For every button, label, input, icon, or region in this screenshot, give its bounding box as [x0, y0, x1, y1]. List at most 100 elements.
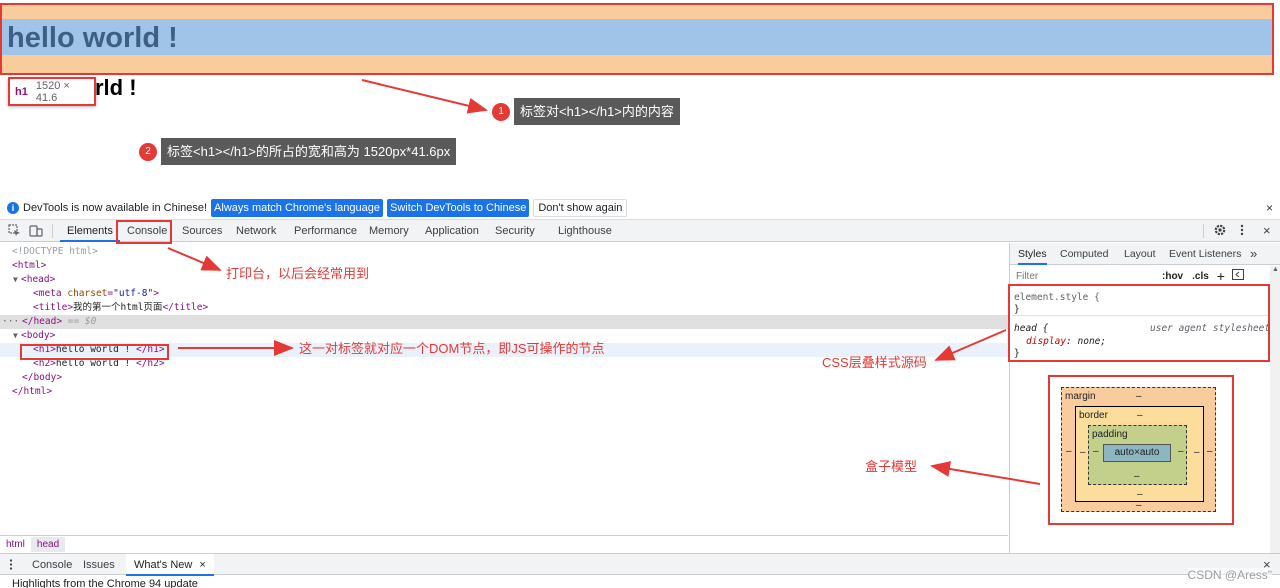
tab-computed[interactable]: Computed — [1060, 243, 1108, 265]
rule-source-link[interactable]: user agent stylesheet — [1150, 323, 1270, 335]
margin-label: margin — [1065, 391, 1096, 402]
rule-value: none; — [1077, 336, 1107, 347]
css-rules-highlight: element.style { } head { user agent styl… — [1008, 284, 1270, 362]
expand-arrow-icon[interactable]: ▼ — [13, 273, 18, 287]
margin-top-value[interactable]: – — [1136, 391, 1142, 402]
tab-elements[interactable]: Elements — [60, 220, 120, 242]
dom-line-body-close[interactable]: </body> — [0, 371, 1008, 385]
tab-sources[interactable]: Sources — [182, 220, 222, 242]
infobar-message: DevTools is now available in Chinese! — [23, 201, 208, 214]
box-model-margin[interactable]: margin – – – – border – – – – padding – … — [1061, 387, 1216, 512]
watermark: CSDN @Aress" — [1187, 568, 1272, 582]
scroll-up-icon[interactable]: ▲ — [1272, 266, 1279, 273]
callout-note-2: 标签<h1></h1>的所占的宽和高为 1520px*41.6px — [161, 138, 457, 165]
h1-node-highlight — [20, 344, 169, 360]
rule-head-selector[interactable]: head { — [1014, 323, 1048, 335]
rule-property: display — [1026, 336, 1067, 347]
dom-node-annotation: 这一对标签就对应一个DOM节点，即JS可操作的节点 — [299, 341, 605, 356]
box-model-padding[interactable]: padding – – – – auto×auto — [1088, 425, 1187, 485]
cls-toggle[interactable]: .cls — [1192, 271, 1209, 282]
page-h1-heading: hello world ! — [7, 22, 178, 54]
title-text: 我的第一个html页面 — [73, 302, 163, 313]
console-annotation: 打印台，以后会经常用到 — [226, 266, 370, 281]
toolbar-divider-right — [1203, 224, 1204, 238]
styles-filter-input[interactable] — [1010, 267, 1160, 285]
drawer-tab-console[interactable]: Console — [32, 554, 72, 576]
margin-left-value[interactable]: – — [1066, 446, 1072, 457]
always-match-language-button[interactable]: Always match Chrome's language — [211, 198, 384, 217]
meta-attr-value: "utf-8" — [113, 288, 154, 299]
tab-styles[interactable]: Styles — [1018, 243, 1047, 265]
border-left-value[interactable]: – — [1080, 447, 1086, 458]
box-model-annotation: 盒子模型 — [865, 459, 918, 474]
switch-to-chinese-button[interactable]: Switch DevTools to Chinese — [387, 198, 530, 217]
device-toolbar-icon[interactable] — [29, 224, 43, 240]
dom-line-html-close[interactable]: </html> — [0, 385, 1008, 399]
dom-line-head-close-selected[interactable]: ··· </head> == $0 — [0, 315, 1008, 329]
tab-lighthouse[interactable]: Lighthouse — [558, 220, 612, 242]
tab-layout[interactable]: Layout — [1124, 243, 1156, 265]
drawer-tab-whats-new-label: What's New — [134, 559, 193, 571]
tab-memory[interactable]: Memory — [369, 220, 409, 242]
tooltip-tag: h1 — [15, 85, 28, 98]
dom-line-head[interactable]: ▼ <head> — [0, 273, 1008, 287]
head-close-tag: </head> — [22, 316, 63, 327]
box-model-content[interactable]: auto×auto — [1103, 444, 1171, 462]
drawer-menu-icon[interactable] — [8, 558, 14, 574]
drawer-message: Highlights from the Chrome 94 update — [12, 578, 198, 588]
whats-new-close-icon[interactable]: × — [199, 559, 205, 571]
tab-performance[interactable]: Performance — [294, 220, 357, 242]
head-open-tag: <head> — [21, 274, 56, 285]
arrow-to-callout-1 — [361, 79, 488, 114]
padding-label: padding — [1092, 429, 1128, 440]
dom-line-meta[interactable]: <meta charset="utf-8"> — [0, 287, 1008, 301]
dom-line-title[interactable]: <title>我的第一个html页面</title> — [0, 301, 1008, 315]
styles-scrollbar[interactable]: ▲ — [1270, 266, 1280, 553]
inspect-element-icon[interactable] — [8, 224, 21, 240]
css-source-annotation: CSS层叠样式源码 — [822, 355, 927, 370]
dont-show-again-button[interactable]: Don't show again — [533, 198, 628, 217]
border-label: border — [1079, 410, 1108, 421]
callout-2: 2 标签<h1></h1>的所占的宽和高为 1520px*41.6px — [139, 138, 457, 165]
dom-line-doctype[interactable]: <!DOCTYPE html> — [0, 245, 1008, 259]
gear-icon[interactable] — [1213, 223, 1227, 240]
ellipsis-icon[interactable]: ··· — [2, 315, 19, 329]
devtools-infobar: i DevTools is now available in Chinese! … — [0, 196, 1280, 220]
tab-security[interactable]: Security — [495, 220, 535, 242]
box-model-border[interactable]: border – – – – padding – – – – auto×auto — [1075, 406, 1204, 502]
body-open-tag: <body> — [21, 330, 56, 341]
more-tabs-icon[interactable]: » — [1250, 243, 1257, 265]
box-model-highlight: margin – – – – border – – – – padding – … — [1048, 375, 1234, 525]
toggle-sidebar-icon[interactable] — [1231, 269, 1244, 283]
hov-toggle[interactable]: :hov — [1162, 271, 1183, 282]
callout-badge-2: 2 — [139, 142, 157, 161]
doctype-text: <!DOCTYPE html> — [12, 246, 98, 257]
rule-element-style[interactable]: element.style { — [1014, 292, 1100, 304]
drawer-tab-whats-new[interactable]: What's New × — [126, 554, 214, 576]
dom-line-html[interactable]: <html> — [0, 259, 1008, 273]
border-top-value[interactable]: – — [1137, 410, 1143, 421]
border-right-value[interactable]: – — [1194, 447, 1200, 458]
styles-pane: Styles Computed Layout Event Listeners »… — [1008, 243, 1280, 553]
border-bottom-value[interactable]: – — [1137, 489, 1143, 500]
rule-head-declaration[interactable]: display: none; — [1026, 336, 1106, 348]
expand-arrow-icon[interactable]: ▼ — [13, 329, 18, 343]
infobar-close-icon[interactable]: × — [1266, 196, 1273, 220]
tab-application[interactable]: Application — [425, 220, 479, 242]
padding-bottom-value[interactable]: – — [1134, 471, 1140, 482]
margin-right-value[interactable]: – — [1207, 446, 1213, 457]
drawer-tab-issues[interactable]: Issues — [83, 554, 115, 576]
devtools-toolbar: Elements Console Sources Network Perform… — [0, 220, 1280, 242]
rule-divider — [1012, 315, 1268, 316]
body-close-tag: </body> — [22, 372, 63, 383]
breadcrumb-html[interactable]: html — [0, 539, 31, 550]
padding-right-value[interactable]: – — [1178, 446, 1184, 457]
tab-event-listeners[interactable]: Event Listeners — [1169, 243, 1241, 265]
new-rule-icon[interactable]: + — [1217, 268, 1225, 284]
title-open-tag: <title> — [33, 302, 74, 313]
devtools-close-icon[interactable]: × — [1263, 220, 1271, 242]
more-options-icon[interactable] — [1239, 223, 1245, 240]
padding-left-value[interactable]: – — [1093, 446, 1099, 457]
breadcrumb-head[interactable]: head — [30, 537, 66, 552]
tab-network[interactable]: Network — [236, 220, 276, 242]
